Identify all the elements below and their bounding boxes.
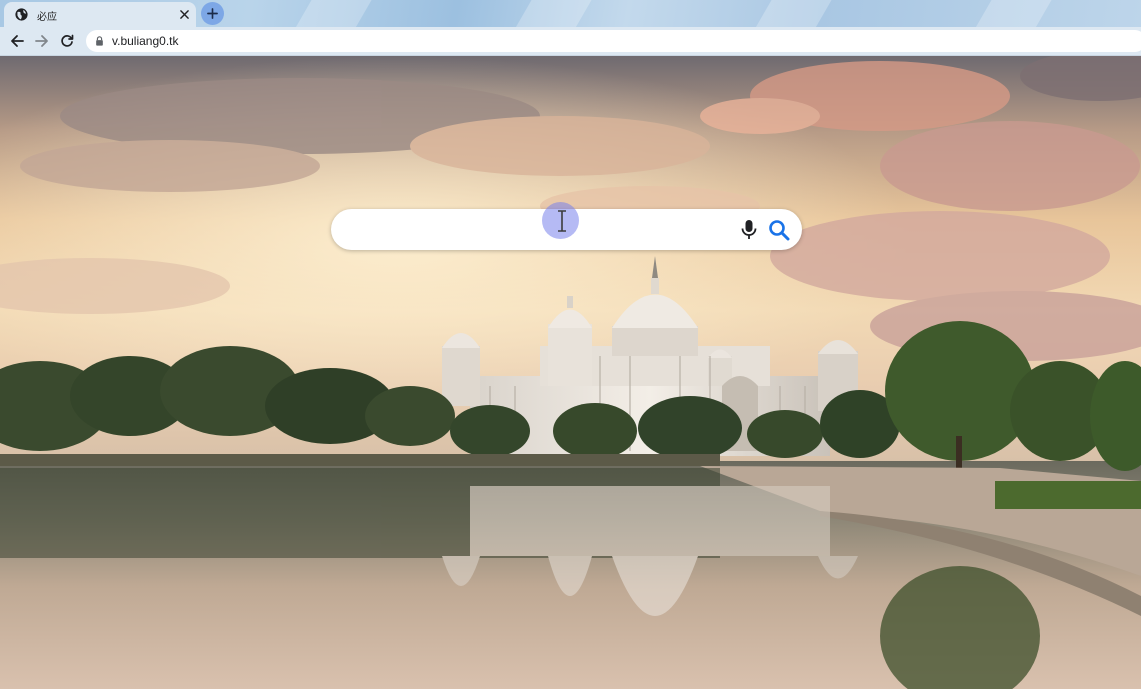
browser-tab[interactable]: 必应 <box>4 2 196 27</box>
close-icon <box>179 9 189 19</box>
reload-button[interactable] <box>58 32 76 50</box>
tab-strip-decoration <box>736 0 844 27</box>
plus-icon <box>207 8 218 19</box>
arrow-left-icon <box>11 35 24 47</box>
tab-title: 必应 <box>37 12 57 23</box>
text-cursor-icon <box>558 210 566 232</box>
page-background <box>0 56 1141 689</box>
reload-icon <box>61 34 74 47</box>
search-input[interactable] <box>349 217 729 242</box>
forward-button[interactable] <box>33 32 51 50</box>
tab-strip: 必应 <box>0 0 1141 27</box>
background-photo <box>0 56 1141 689</box>
microphone-icon[interactable] <box>740 219 758 241</box>
back-button[interactable] <box>8 32 26 50</box>
address-bar[interactable]: v.buliang0.tk <box>86 30 1141 52</box>
address-url: v.buliang0.tk <box>112 34 179 48</box>
tab-strip-decoration <box>956 0 1064 27</box>
lock-icon <box>96 36 103 46</box>
new-tab-button[interactable] <box>201 2 224 25</box>
search-icon[interactable] <box>768 219 790 241</box>
globe-icon <box>15 8 28 21</box>
tab-strip-decoration <box>276 0 384 27</box>
tab-close-button[interactable] <box>176 6 192 22</box>
arrow-right-icon <box>35 35 48 47</box>
browser-toolbar: v.buliang0.tk <box>0 27 1141 55</box>
tab-strip-decoration <box>496 0 604 27</box>
